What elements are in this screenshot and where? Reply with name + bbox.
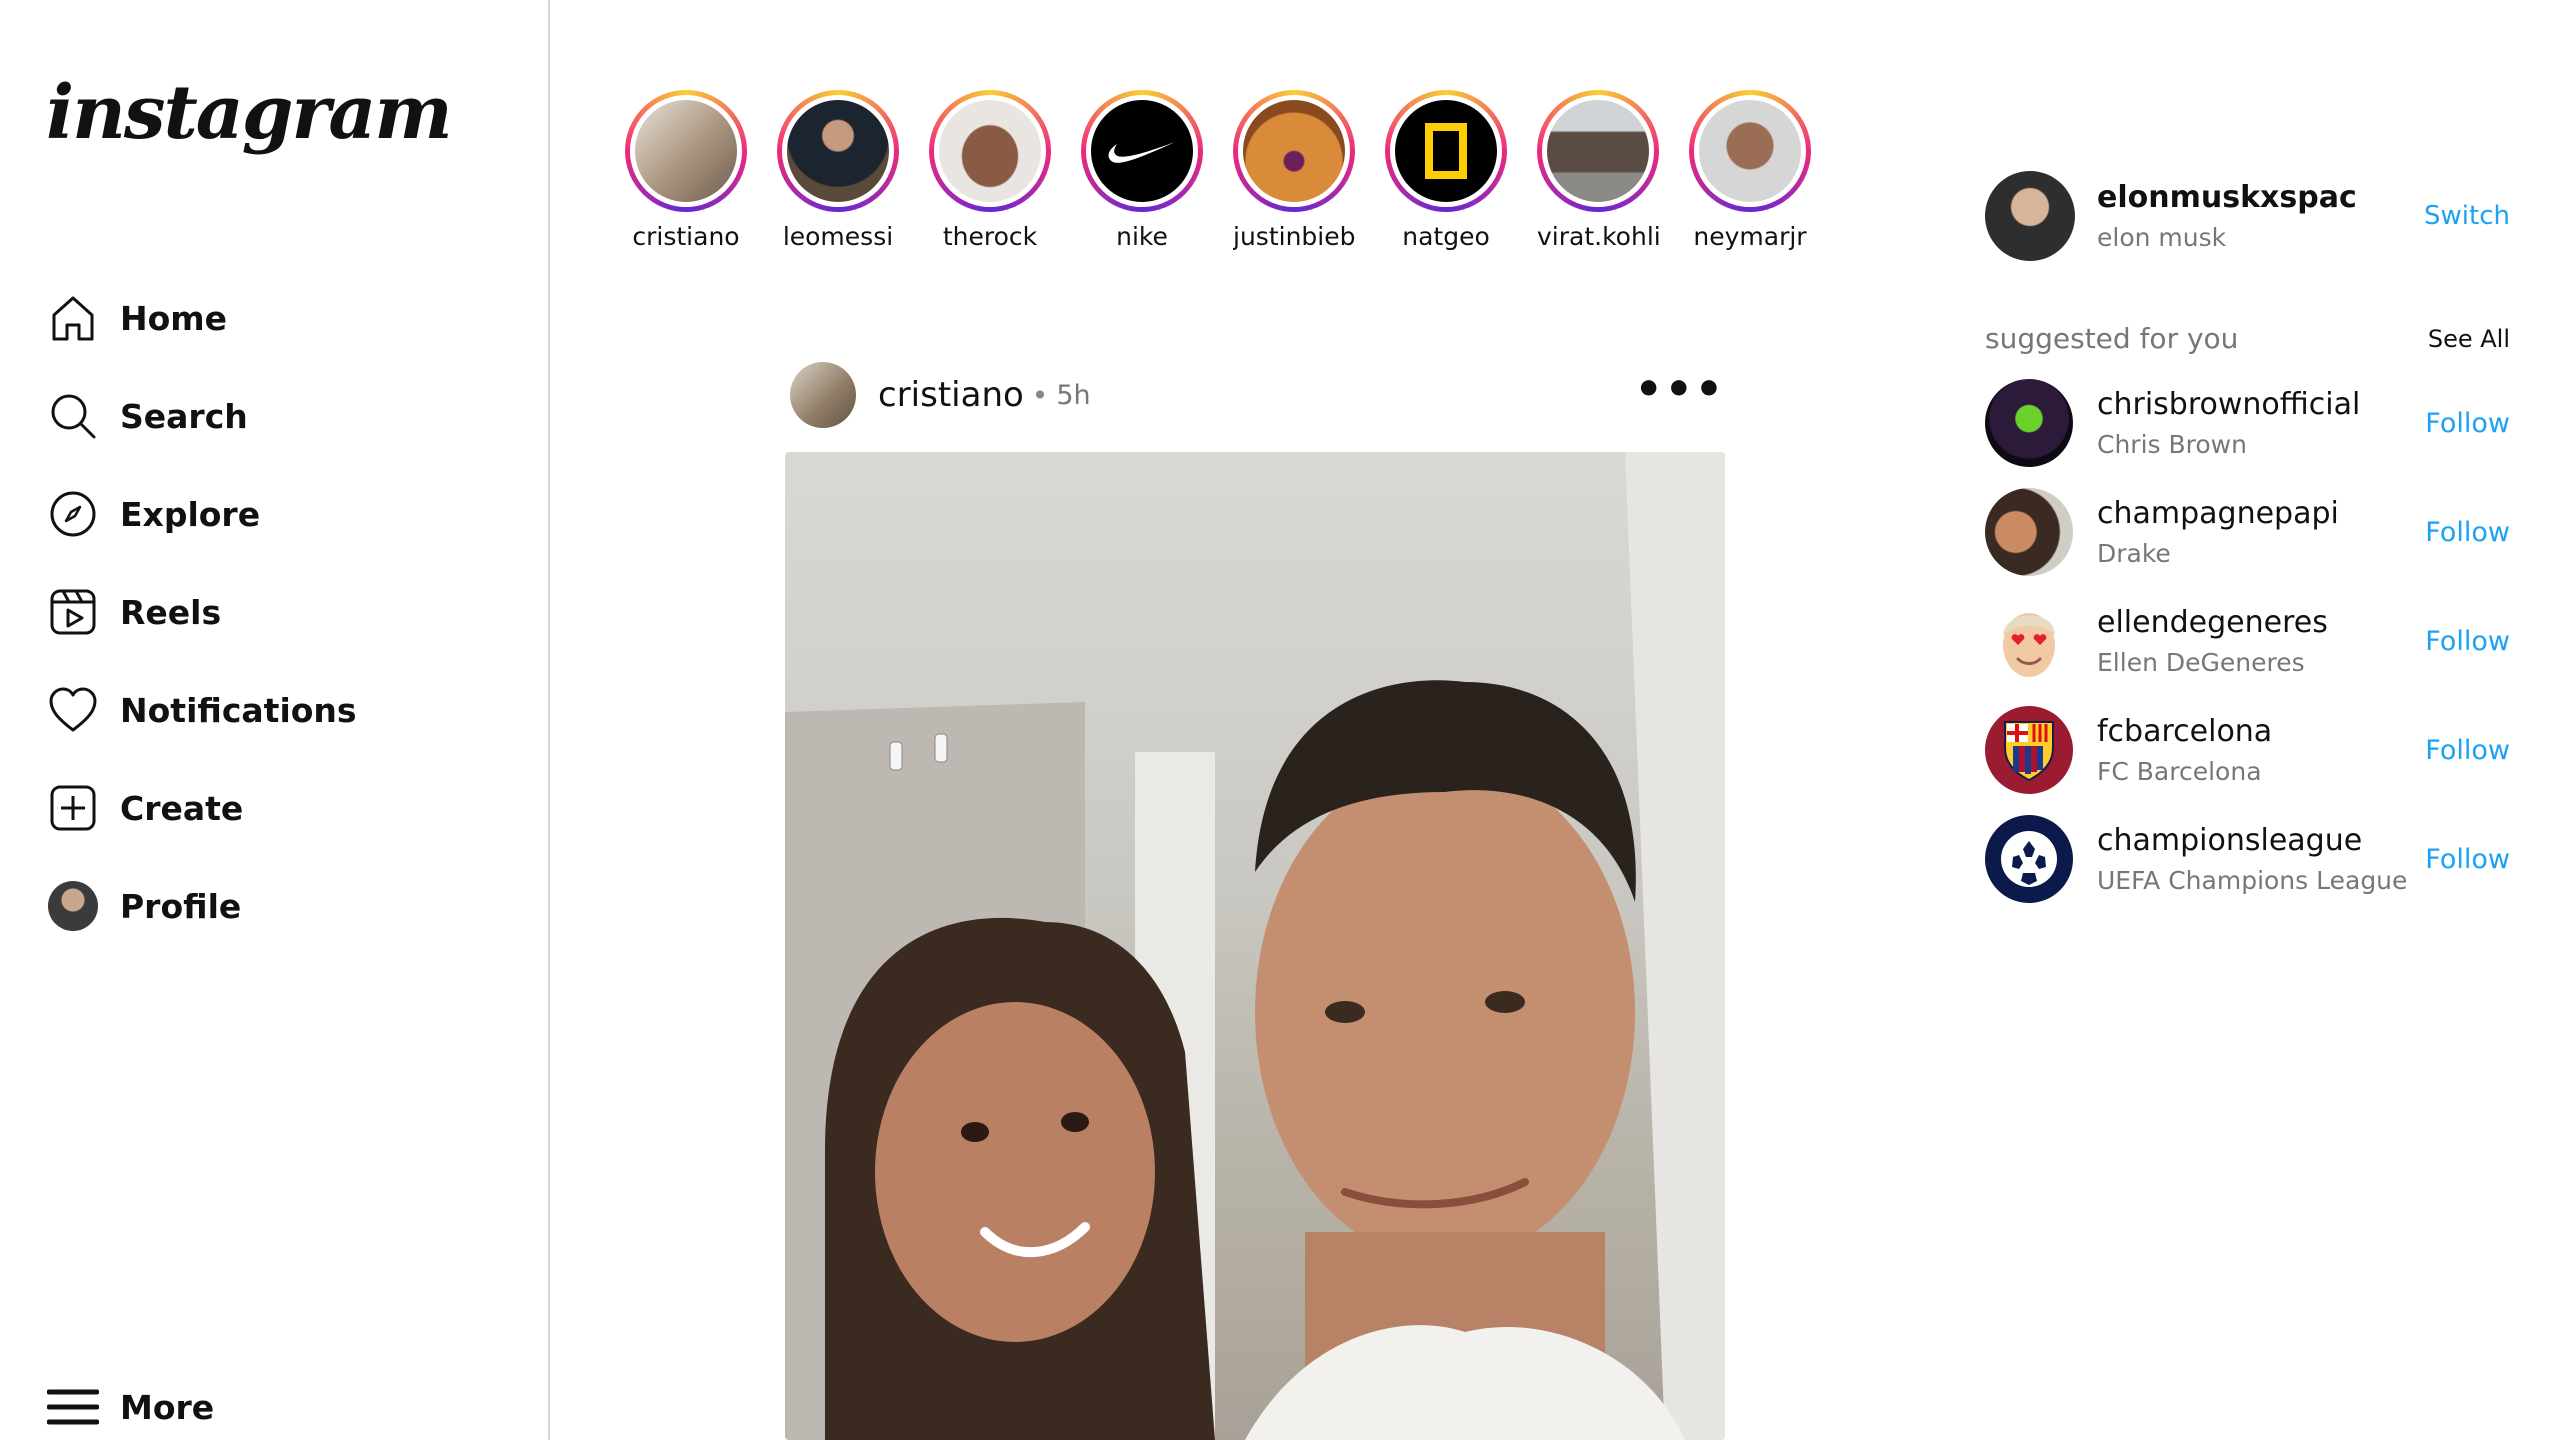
post-header: cristiano • 5h ••• (790, 362, 1725, 428)
story-leomessi[interactable]: leomessi (777, 90, 899, 251)
nav-item-home[interactable]: Home (46, 290, 357, 346)
follow-button[interactable]: Follow (2425, 517, 2510, 548)
nav-item-create[interactable]: Create (46, 780, 357, 836)
more-button[interactable]: More (46, 1380, 214, 1434)
nav-label-explore: Explore (120, 494, 261, 534)
follow-button[interactable]: Follow (2425, 626, 2510, 657)
suggestion-item: championsleague UEFA Champions League Fo… (1985, 815, 2510, 903)
heart-icon (46, 683, 100, 737)
suggestion-name: Drake (2097, 539, 2171, 568)
home-icon (46, 291, 100, 345)
search-icon (46, 389, 100, 443)
nav-label-home: Home (120, 298, 228, 338)
main-nav: Home Search Explore Reels Notifications (46, 290, 357, 976)
story-avatar (1238, 95, 1350, 207)
suggestions-header: suggested for you See All (1985, 322, 2510, 355)
nav-item-explore[interactable]: Explore (46, 486, 357, 542)
follow-button[interactable]: Follow (2425, 735, 2510, 766)
champions-league-ball-icon (2001, 831, 2057, 887)
suggestion-username[interactable]: ellendegeneres (2097, 605, 2425, 640)
nav-label-create: Create (120, 788, 244, 828)
reels-icon (46, 585, 100, 639)
nav-label-profile: Profile (120, 886, 242, 926)
account-username[interactable]: elonmuskxspac (2097, 180, 2424, 215)
nav-label-reels: Reels (120, 592, 222, 632)
nav-item-profile[interactable]: Profile (46, 878, 357, 934)
suggestion-item: chrisbrownofficial Chris Brown Follow (1985, 379, 2510, 467)
compass-icon (46, 487, 100, 541)
story-nike[interactable]: nike (1081, 90, 1203, 251)
story-username: natgeo (1402, 222, 1490, 251)
profile-avatar (46, 879, 100, 933)
nav-item-reels[interactable]: Reels (46, 584, 357, 640)
story-avatar (1542, 95, 1654, 207)
post-author-username[interactable]: cristiano (878, 375, 1024, 415)
post-photo (785, 452, 1725, 1440)
stories-tray: cristiano leomessi therock nike justinbi… (625, 90, 1841, 251)
suggestion-item: champagnepapi Drake Follow (1985, 488, 2510, 576)
suggestion-avatar[interactable] (1985, 815, 2073, 903)
hamburger-icon (46, 1380, 100, 1434)
post-options-icon[interactable]: ••• (1635, 368, 1725, 412)
suggestion-name: FC Barcelona (2097, 757, 2262, 786)
story-avatar (1086, 95, 1198, 207)
nike-swoosh-icon (1108, 142, 1175, 163)
instagram-logo[interactable]: instagram (46, 70, 453, 156)
follow-button[interactable]: Follow (2425, 408, 2510, 439)
story-avatar (782, 95, 894, 207)
switch-account-button[interactable]: Switch (2424, 201, 2510, 231)
suggestion-avatar[interactable] (1985, 597, 2073, 685)
story-cristiano[interactable]: cristiano (625, 90, 747, 251)
suggestion-username[interactable]: champagnepapi (2097, 496, 2425, 531)
story-username: therock (942, 222, 1038, 251)
story-therock[interactable]: therock (929, 90, 1051, 251)
current-account: elonmuskxspac elon musk Switch (1985, 170, 2510, 262)
suggestions-title: suggested for you (1985, 322, 2239, 355)
nav-label-search: Search (120, 396, 248, 436)
story-viratkohli[interactable]: virat.kohli (1537, 90, 1659, 251)
story-avatar (1390, 95, 1502, 207)
nav-label-notifications: Notifications (120, 690, 357, 730)
story-avatar (630, 95, 742, 207)
right-column: elonmuskxspac elon musk Switch suggested… (1985, 170, 2510, 924)
sidebar: instagram Home Search Explore Reels Noti… (0, 0, 550, 1440)
suggestion-username[interactable]: chrisbrownofficial (2097, 387, 2425, 422)
suggestion-name: UEFA Champions League (2097, 866, 2408, 895)
suggestion-name: Chris Brown (2097, 430, 2247, 459)
post-author-avatar[interactable] (790, 362, 856, 428)
post-timestamp: 5h (1056, 379, 1091, 411)
nav-item-notifications[interactable]: Notifications (46, 682, 357, 738)
nav-item-search[interactable]: Search (46, 388, 357, 444)
follow-button[interactable]: Follow (2425, 844, 2510, 875)
story-avatar (1694, 95, 1806, 207)
plus-square-icon (46, 781, 100, 835)
suggestion-avatar[interactable] (1985, 706, 2073, 794)
suggestion-item: ellendegeneres Ellen DeGeneres Follow (1985, 597, 2510, 685)
ellen-emoji-icon (2003, 613, 2055, 677)
story-username: nike (1116, 222, 1168, 251)
see-all-link[interactable]: See All (2428, 325, 2510, 353)
natgeo-logo-icon (1425, 123, 1467, 179)
suggestion-avatar[interactable] (1985, 379, 2073, 467)
story-natgeo[interactable]: natgeo (1385, 90, 1507, 251)
more-label: More (120, 1387, 215, 1427)
suggestion-name: Ellen DeGeneres (2097, 648, 2305, 677)
story-username: virat.kohli (1537, 222, 1659, 251)
suggestion-item: fcbarcelona FC Barcelona Follow (1985, 706, 2510, 794)
post-image[interactable] (785, 452, 1725, 1440)
post-separator: • (1031, 378, 1049, 412)
account-avatar[interactable] (1985, 171, 2075, 261)
story-username: leomessi (782, 222, 894, 251)
story-avatar (934, 95, 1046, 207)
story-username: cristiano (632, 222, 740, 251)
suggestion-username[interactable]: championsleague (2097, 823, 2425, 858)
suggestion-username[interactable]: fcbarcelona (2097, 714, 2425, 749)
story-username: neymarjr (1693, 222, 1807, 251)
story-username: justinbieb... (1233, 222, 1355, 251)
story-neymarjr[interactable]: neymarjr (1689, 90, 1811, 251)
story-justinbieber[interactable]: justinbieb... (1233, 90, 1355, 251)
fcbarcelona-crest-icon (2004, 721, 2054, 782)
account-name: elon musk (2097, 223, 2227, 252)
suggestion-avatar[interactable] (1985, 488, 2073, 576)
